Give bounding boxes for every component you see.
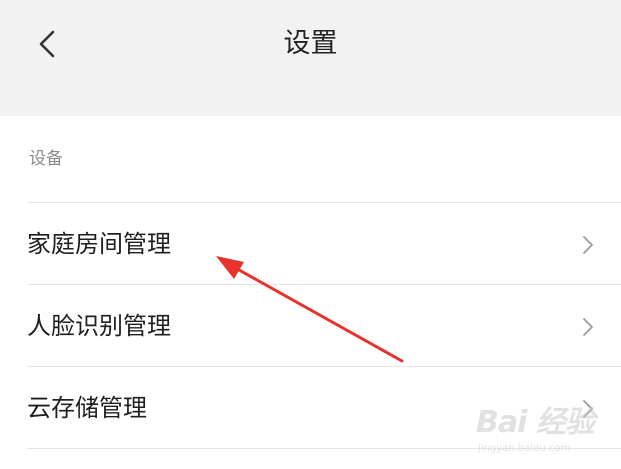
list-item-cloud-storage[interactable]: 云存储管理 xyxy=(0,367,621,448)
divider xyxy=(27,448,621,449)
header-bar: 设置 xyxy=(0,0,621,116)
settings-screen: 设置 设备 家庭房间管理 人脸识别管理 云存储管理 Bai 经验 jingyan… xyxy=(0,0,621,469)
list-item-label: 家庭房间管理 xyxy=(27,230,171,258)
chevron-right-icon xyxy=(583,236,593,254)
list-item-family-rooms[interactable]: 家庭房间管理 xyxy=(0,203,621,284)
chevron-right-icon xyxy=(583,318,593,336)
list-item-label: 云存储管理 xyxy=(27,394,147,422)
page-title: 设置 xyxy=(283,28,338,59)
chevron-right-icon xyxy=(583,400,593,418)
section-label-devices: 设备 xyxy=(29,149,63,169)
list-item-face-recognition[interactable]: 人脸识别管理 xyxy=(0,285,621,366)
list-item-label: 人脸识别管理 xyxy=(27,312,171,340)
